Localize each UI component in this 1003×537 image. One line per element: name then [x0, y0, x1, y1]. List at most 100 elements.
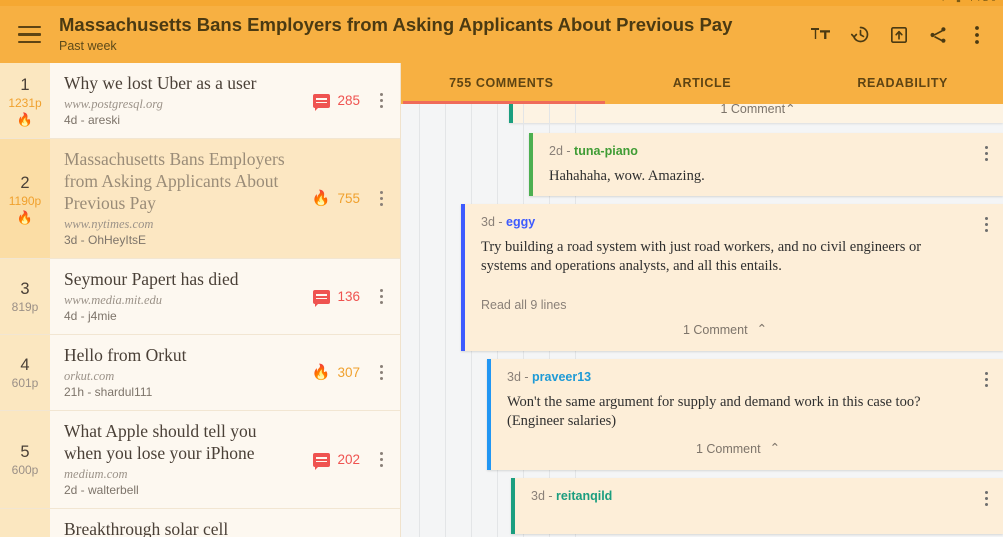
- story-meta: 21h - shardul111: [64, 385, 153, 399]
- tab-article[interactable]: ARTICLE: [602, 63, 803, 104]
- comment-row: 3d - praveer13 Won't the same argument fo…: [487, 359, 1003, 470]
- comment-author[interactable]: tuna-piano: [574, 144, 638, 158]
- story-count[interactable]: 285: [313, 93, 360, 111]
- story-more-options-icon[interactable]: [368, 184, 394, 214]
- status-bar-icons: ▼ ▮ 7:20: [939, 0, 999, 3]
- story-list[interactable]: 1 1231p 🔥 Why we lost Uber as a user www.pos…: [0, 63, 401, 537]
- comment-author[interactable]: praveer13: [532, 370, 591, 384]
- story-actions: 147: [292, 509, 400, 537]
- chevron-up-icon: ⌃: [756, 322, 768, 336]
- story-rank: 5: [20, 442, 30, 461]
- more-options-icon[interactable]: [965, 23, 989, 47]
- story-list-item[interactable]: 1 1231p 🔥 Why we lost Uber as a user www.pos…: [0, 63, 400, 139]
- app-bar-title-group: Massachusetts Bans Employers from Asking…: [59, 14, 809, 55]
- share-icon[interactable]: [926, 23, 950, 47]
- story-rank-column: 4 601p: [0, 335, 50, 410]
- flame-icon: 🔥: [311, 364, 331, 381]
- open-external-icon[interactable]: [887, 23, 911, 47]
- comment-bubble-icon: [313, 289, 331, 307]
- story-rank-column: 5 600p: [0, 411, 50, 508]
- story-body[interactable]: Why we lost Uber as a user www.postgresql…: [50, 63, 292, 138]
- story-count-value: 755: [337, 191, 360, 206]
- comment-header: 3d - reitanqild: [531, 488, 969, 504]
- story-meta: 2d - walterbell: [64, 483, 139, 497]
- story-list-item[interactable]: 6595p Breakthrough solar cell captures CO…: [0, 509, 400, 537]
- story-more-options-icon[interactable]: [368, 86, 394, 116]
- comment-age: 3d: [507, 370, 521, 384]
- hamburger-menu-icon[interactable]: [12, 18, 46, 52]
- comment-header: 3d - praveer13: [507, 369, 969, 385]
- tab-readability[interactable]: READABILITY: [802, 63, 1003, 104]
- story-list-item[interactable]: 2 1190p 🔥 Massachusetts Bans Employers from…: [0, 139, 400, 259]
- chevron-up-icon: ⌃: [769, 441, 781, 455]
- story-rank: 1: [20, 75, 30, 94]
- story-hot-flame-icon: 🔥: [16, 209, 34, 225]
- comment-more-options-icon[interactable]: [975, 367, 997, 391]
- story-meta: 4d - areski: [64, 113, 121, 127]
- comment-separator: -: [548, 489, 553, 503]
- story-actions: 202: [292, 411, 400, 508]
- story-more-options-icon[interactable]: [368, 358, 394, 388]
- history-icon[interactable]: [848, 23, 872, 47]
- comment-separator: -: [566, 144, 571, 158]
- story-count[interactable]: 202: [313, 452, 360, 470]
- detail-pane: 755 COMMENTS ARTICLE READABILITY 1 Comme…: [401, 63, 1003, 537]
- story-url: orkut.com: [64, 369, 115, 383]
- story-count-value: 202: [337, 452, 360, 467]
- story-rank-column: 6595p: [0, 509, 50, 537]
- story-list-item[interactable]: 4 601p Hello from Orkut orkut.com 21h - shar…: [0, 335, 400, 411]
- story-rank-column: 1 1231p 🔥: [0, 63, 50, 138]
- tab-comments[interactable]: 755 COMMENTS: [401, 63, 602, 104]
- comment-age: 3d: [531, 489, 545, 503]
- comment-read-all-link[interactable]: Read all 9 lines: [481, 298, 969, 312]
- comment-more-options-icon[interactable]: [975, 141, 997, 165]
- story-body[interactable]: Breakthrough solar cell captures CO2 and…: [50, 509, 292, 537]
- comment-text: Won't the same argument for supply and d…: [507, 394, 921, 429]
- story-more-options-icon[interactable]: [368, 445, 394, 475]
- comment-author[interactable]: reitanqild: [556, 489, 612, 503]
- comment-card[interactable]: 3d - reitanqild: [511, 478, 1003, 534]
- comment-row: 3d - eggy Try building a road system with…: [461, 204, 1003, 351]
- comment-stream[interactable]: 1 Comment ⌃ 2d - tuna-piano Hahahaha, wow. …: [401, 104, 1003, 537]
- comment-header: 2d - tuna-piano: [549, 143, 969, 159]
- story-body[interactable]: Seymour Papert has died www.media.mit.edu…: [50, 259, 292, 334]
- comment-more-options-icon[interactable]: [975, 486, 997, 510]
- story-body[interactable]: Massachusetts Bans Employers from Asking…: [50, 139, 292, 258]
- comment-text: Hahahaha, wow. Amazing.: [549, 168, 705, 184]
- story-count-value: 285: [337, 93, 360, 108]
- comment-collapse-footer[interactable]: 1 Comment ⌃: [481, 312, 969, 341]
- story-count-value: 136: [337, 289, 360, 304]
- app-bar: Massachusetts Bans Employers from Asking…: [0, 6, 1003, 63]
- story-list-item[interactable]: 3 819p Seymour Papert has died www.media.mi…: [0, 259, 400, 335]
- story-title: Seymour Papert has died: [64, 269, 239, 289]
- story-title: Hello from Orkut: [64, 345, 187, 365]
- story-rank: 2: [20, 173, 30, 192]
- story-url: www.media.mit.edu: [64, 293, 163, 307]
- story-meta: 4d - j4mie: [64, 309, 117, 323]
- story-more-options-icon[interactable]: [368, 282, 394, 312]
- comment-card[interactable]: 2d - tuna-piano Hahahaha, wow. Amazing.: [529, 133, 1003, 196]
- comment-more-options-icon[interactable]: [975, 212, 997, 236]
- comment-card[interactable]: 3d - eggy Try building a road system with…: [461, 204, 1003, 351]
- comment-collapse-footer[interactable]: 1 Comment ⌃: [507, 431, 969, 460]
- story-points: 1190p: [8, 193, 42, 208]
- comment-card[interactable]: 3d - praveer13 Won't the same argument fo…: [487, 359, 1003, 470]
- story-body[interactable]: What Apple should tell you when you lose…: [50, 411, 292, 508]
- text-size-icon[interactable]: [809, 23, 833, 47]
- story-count[interactable]: 🔥 755: [312, 191, 360, 206]
- story-list-item[interactable]: 5 600p What Apple should tell you when you…: [0, 411, 400, 509]
- story-actions: 🔥 307: [292, 335, 400, 410]
- story-title: Massachusetts Bans Employers from Asking…: [64, 149, 285, 213]
- comment-author[interactable]: eggy: [506, 215, 535, 229]
- app-bar-actions: [809, 23, 993, 47]
- story-actions: 🔥 755: [292, 139, 400, 258]
- story-body[interactable]: Hello from Orkut orkut.com 21h - shardul11…: [50, 335, 292, 410]
- comment-reply-count: 1 Comment: [695, 442, 761, 456]
- story-points: 600p: [11, 462, 39, 477]
- story-url: medium.com: [64, 467, 128, 481]
- story-count[interactable]: 136: [313, 289, 360, 307]
- story-count[interactable]: 🔥 307: [312, 365, 360, 380]
- story-actions: 285: [292, 63, 400, 138]
- page-subtitle: Past week: [59, 39, 117, 53]
- story-url: www.postgresql.org: [64, 97, 163, 111]
